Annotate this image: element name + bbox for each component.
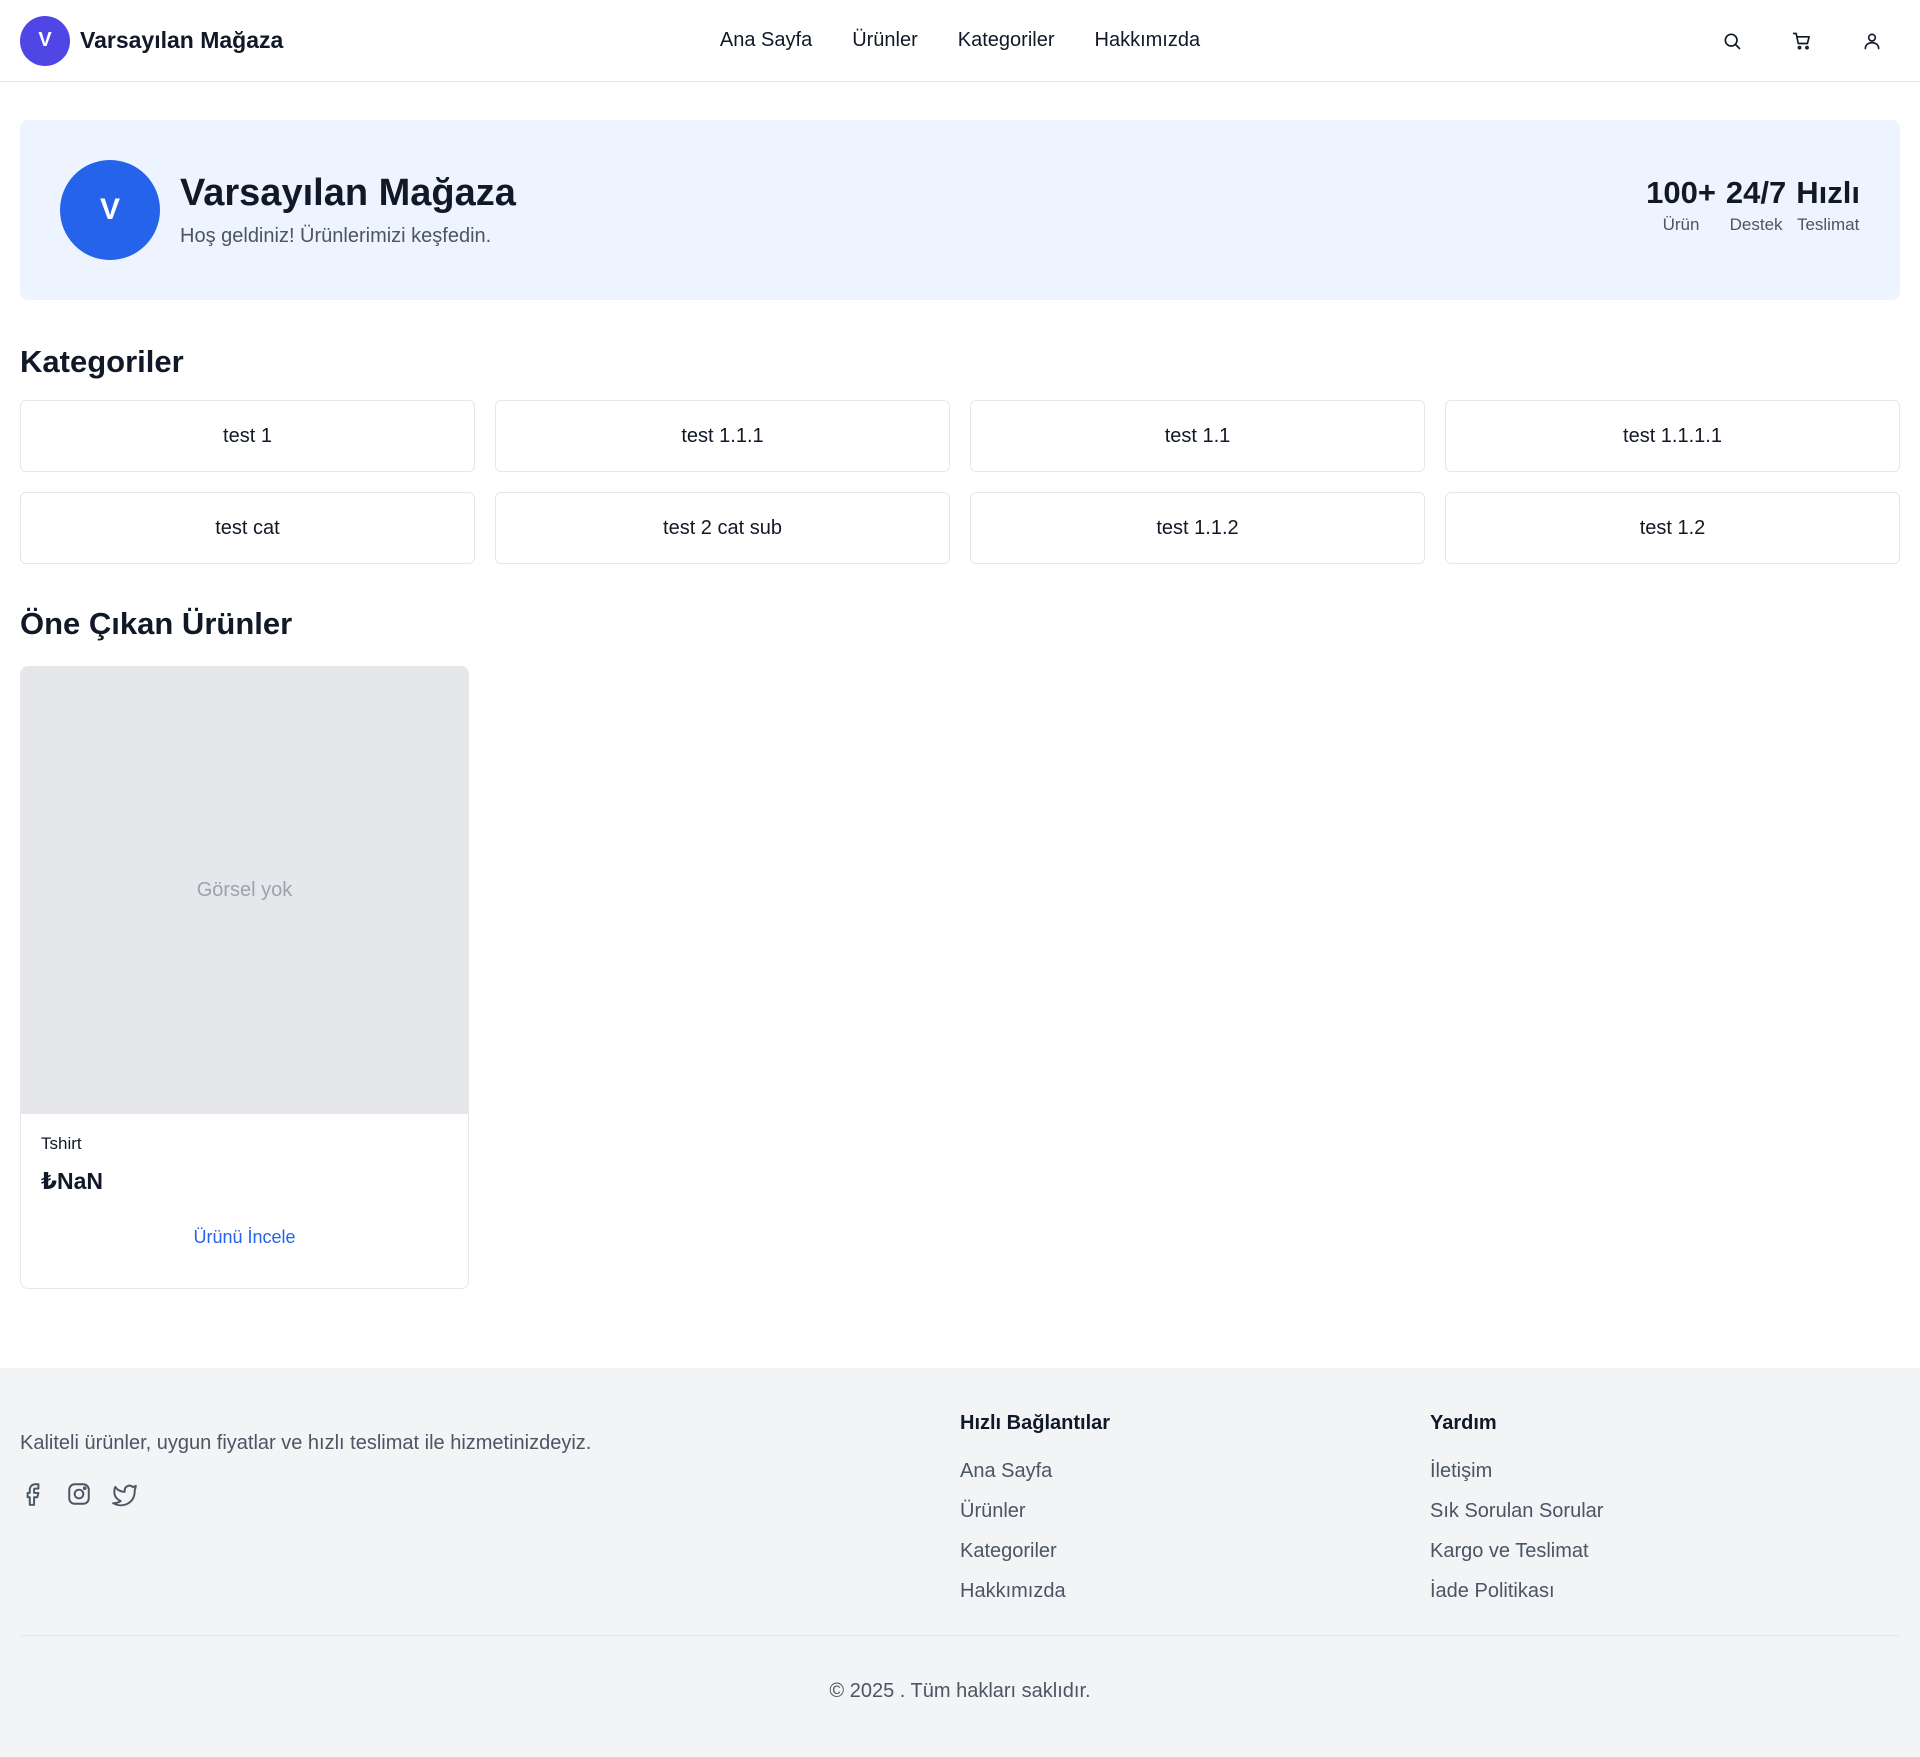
cart-icon[interactable] xyxy=(1784,23,1820,59)
header-actions xyxy=(1714,23,1900,59)
quick-links-title: Hızlı Bağlantılar xyxy=(960,1412,1111,1434)
footer-description: Kaliteli ürünler, uygun fiyatlar ve hızl… xyxy=(20,1432,592,1454)
instagram-icon[interactable] xyxy=(66,1481,92,1507)
categories-heading: Kategoriler xyxy=(20,344,184,379)
footer-link[interactable]: Hakkımızda xyxy=(960,1571,1430,1611)
category-card[interactable]: test 1.1.1.1 xyxy=(1445,400,1900,472)
quick-links-list: Ana Sayfa Ürünler Kategoriler Hakkımızda xyxy=(960,1451,1430,1611)
category-grid: test 1 test 1.1.1 test 1.1 test 1.1.1.1 … xyxy=(20,400,1900,564)
stat-label: Teslimat xyxy=(1796,215,1860,234)
quick-links: Hızlı Bağlantılar Ana Sayfa Ürünler Kate… xyxy=(960,1368,1430,1611)
brand-name: Varsayılan Mağaza xyxy=(80,27,284,53)
category-card[interactable]: test 2 cat sub xyxy=(495,492,950,564)
category-card[interactable]: test 1.2 xyxy=(1445,492,1900,564)
product-name: Tshirt xyxy=(41,1134,82,1153)
store-subtitle: Hoş geldiniz! Ürünlerimizi keşfedin. xyxy=(180,225,492,247)
brand[interactable]: V Varsayılan Mağaza xyxy=(20,15,284,66)
stat-value: Hızlı xyxy=(1796,175,1860,210)
nav-categories[interactable]: Kategoriler xyxy=(958,29,1055,52)
footer-link[interactable]: Sık Sorulan Sorular xyxy=(1430,1491,1900,1531)
category-card[interactable]: test cat xyxy=(20,492,475,564)
category-card[interactable]: test 1.1.2 xyxy=(970,492,1425,564)
stat-products: 100+ Ürün xyxy=(1646,175,1716,235)
footer-columns: Kaliteli ürünler, uygun fiyatlar ve hızl… xyxy=(0,1368,1920,1611)
footer-link[interactable]: Kategoriler xyxy=(960,1531,1430,1571)
user-icon[interactable] xyxy=(1854,23,1890,59)
featured-heading: Öne Çıkan Ürünler xyxy=(20,606,293,641)
category-card[interactable]: test 1 xyxy=(20,400,475,472)
footer-divider xyxy=(20,1635,1900,1636)
hero-text: Varsayılan Mağaza Hoş geldiniz! Ürünleri… xyxy=(180,172,516,248)
footer-link[interactable]: İade Politikası xyxy=(1430,1571,1900,1611)
store-avatar: V xyxy=(60,160,160,260)
brand-avatar: V xyxy=(20,15,70,66)
footer-about: Kaliteli ürünler, uygun fiyatlar ve hızl… xyxy=(20,1368,960,1611)
main-nav: Ana Sayfa Ürünler Kategoriler Hakkımızda xyxy=(720,29,1200,52)
category-card[interactable]: test 1.1.1 xyxy=(495,400,950,472)
help-links-list: İletişim Sık Sorulan Sorular Kargo ve Te… xyxy=(1430,1451,1900,1611)
stat-value: 100+ xyxy=(1646,175,1716,210)
category-card[interactable]: test 1.1 xyxy=(970,400,1425,472)
stat-label: Ürün xyxy=(1662,215,1700,234)
product-info: Tshirt ₺NaN Ürünü İncele xyxy=(21,1114,468,1248)
footer-link[interactable]: Ana Sayfa xyxy=(960,1451,1430,1491)
stat-support: 24/7 Destek xyxy=(1726,175,1786,235)
social-links xyxy=(20,1481,960,1507)
view-product-link[interactable]: Ürünü İncele xyxy=(41,1227,448,1248)
product-card: Görsel yok Tshirt ₺NaN Ürünü İncele xyxy=(20,666,469,1289)
nav-about[interactable]: Hakkımızda xyxy=(1095,29,1201,52)
hero-banner: V Varsayılan Mağaza Hoş geldiniz! Ürünle… xyxy=(20,120,1900,300)
hero-info: V Varsayılan Mağaza Hoş geldiniz! Ürünle… xyxy=(60,160,516,260)
site-footer: Kaliteli ürünler, uygun fiyatlar ve hızl… xyxy=(0,1368,1920,1757)
stat-label: Destek xyxy=(1729,215,1783,234)
facebook-icon[interactable] xyxy=(20,1481,46,1507)
product-price: ₺NaN xyxy=(41,1168,104,1194)
footer-link[interactable]: Kargo ve Teslimat xyxy=(1430,1531,1900,1571)
copyright: © 2025 . Tüm hakları saklıdır. xyxy=(829,1680,1091,1702)
store-stats: 100+ Ürün 24/7 Destek Hızlı Teslimat xyxy=(1646,175,1860,235)
store-title: Varsayılan Mağaza xyxy=(180,172,516,214)
footer-link[interactable]: Ürünler xyxy=(960,1491,1430,1531)
help-links: Yardım İletişim Sık Sorulan Sorular Karg… xyxy=(1430,1368,1900,1611)
twitter-icon[interactable] xyxy=(112,1481,138,1507)
nav-home[interactable]: Ana Sayfa xyxy=(720,29,812,52)
search-icon[interactable] xyxy=(1714,23,1750,59)
help-title: Yardım xyxy=(1430,1412,1497,1434)
product-image-placeholder[interactable]: Görsel yok xyxy=(21,667,468,1114)
nav-products[interactable]: Ürünler xyxy=(852,29,918,52)
stat-delivery: Hızlı Teslimat xyxy=(1796,175,1860,235)
stat-value: 24/7 xyxy=(1725,175,1787,210)
footer-link[interactable]: İletişim xyxy=(1430,1451,1900,1491)
site-header: V Varsayılan Mağaza Ana Sayfa Ürünler Ka… xyxy=(0,0,1920,82)
